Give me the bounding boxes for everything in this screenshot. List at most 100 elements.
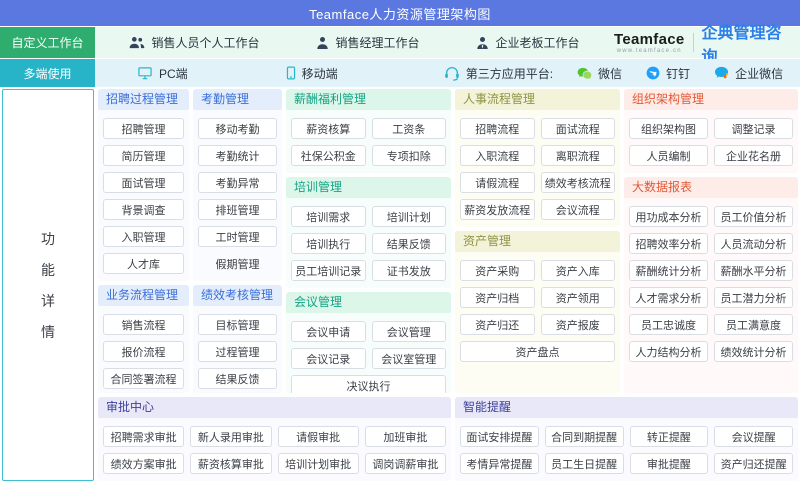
feature-button[interactable]: 入职流程 xyxy=(460,145,535,166)
feature-button[interactable]: 专项扣除 xyxy=(372,145,447,166)
feature-button[interactable]: 调岗调薪审批 xyxy=(365,453,446,474)
feature-button[interactable]: 面试安排提醒 xyxy=(460,426,539,447)
feature-button[interactable]: 假期管理 xyxy=(198,253,277,274)
feature-button[interactable]: 考勤异常 xyxy=(198,172,277,193)
feature-button[interactable]: 合同签署流程 xyxy=(103,368,184,389)
feature-button[interactable]: 企业花名册 xyxy=(714,145,793,166)
feature-button[interactable]: 过程管理 xyxy=(198,341,277,362)
column-3: 薪酬福利管理 薪资核算工资条社保公积金专项扣除 培训管理 培训需求培训计划培训执… xyxy=(286,89,451,393)
feature-button[interactable]: 人员编制 xyxy=(629,145,708,166)
feature-button[interactable]: 用功成本分析 xyxy=(629,206,708,227)
feature-button[interactable]: 绩效考核流程 xyxy=(541,172,616,193)
feature-button[interactable]: 薪资核算 xyxy=(291,118,366,139)
section-title: 会议管理 xyxy=(286,292,451,313)
feature-button[interactable]: 目标管理 xyxy=(198,314,277,335)
feature-button[interactable]: 员工培训记录 xyxy=(291,260,366,281)
feature-button[interactable]: 移动考勤 xyxy=(198,118,277,139)
feature-button[interactable]: 招聘需求审批 xyxy=(103,426,184,447)
feature-button[interactable]: 人力结构分析 xyxy=(629,341,708,362)
third-party-group: 第三方应用平台: 微信 钉钉 xyxy=(444,65,783,82)
feature-button[interactable]: 社保公积金 xyxy=(291,145,366,166)
feature-button[interactable]: 结果反馈 xyxy=(198,368,277,389)
feature-button[interactable]: 会议提醒 xyxy=(714,426,793,447)
section-items: 用功成本分析员工价值分析招聘效率分析人员流动分析薪酬统计分析薪酬水平分析人才需求… xyxy=(624,198,798,369)
feature-button[interactable]: 考勤统计 xyxy=(198,145,277,166)
feature-button[interactable]: 考情异常提醒 xyxy=(460,453,539,474)
platform-wecom[interactable]: 企业微信 xyxy=(714,65,783,82)
workbench-item-boss[interactable]: 企业老板工作台 xyxy=(476,34,579,51)
feature-button[interactable]: 转正提醒 xyxy=(630,426,709,447)
feature-button[interactable]: 招聘流程 xyxy=(460,118,535,139)
feature-button[interactable]: 培训计划审批 xyxy=(278,453,359,474)
feature-button[interactable]: 员工生日提醒 xyxy=(545,453,624,474)
workbench-item-sales-personal[interactable]: 销售人员个人工作台 xyxy=(129,34,259,51)
feature-button[interactable]: 招聘管理 xyxy=(103,118,184,139)
feature-button[interactable]: 新人录用审批 xyxy=(190,426,271,447)
feature-button[interactable]: 资产归还 xyxy=(460,314,535,335)
feature-button[interactable]: 绩效统计分析 xyxy=(714,341,793,362)
sidebar-label-char: 情 xyxy=(41,322,55,342)
feature-button[interactable]: 培训需求 xyxy=(291,206,366,227)
boss-icon xyxy=(476,36,489,50)
logo-brand: Teamface xyxy=(614,32,685,47)
feature-button[interactable]: 资产采购 xyxy=(460,260,535,281)
feature-button[interactable]: 简历管理 xyxy=(103,145,184,166)
feature-button[interactable]: 招聘效率分析 xyxy=(629,233,708,254)
feature-button[interactable]: 合同到期提醒 xyxy=(545,426,624,447)
feature-button[interactable]: 加班审批 xyxy=(365,426,446,447)
feature-button[interactable]: 组织架构图 xyxy=(629,118,708,139)
feature-button[interactable]: 排班管理 xyxy=(198,199,277,220)
platform-mobile[interactable]: 移动端 xyxy=(286,65,338,82)
feature-button[interactable]: 请假审批 xyxy=(278,426,359,447)
platform-wechat[interactable]: 微信 xyxy=(577,65,622,82)
feature-button[interactable]: 资产归档 xyxy=(460,287,535,308)
platform-pc[interactable]: PC端 xyxy=(137,65,188,82)
feature-button[interactable]: 人才库 xyxy=(103,253,184,274)
feature-button[interactable]: 决议执行 xyxy=(291,375,446,393)
feature-button[interactable]: 资产领用 xyxy=(541,287,616,308)
feature-button[interactable]: 人员流动分析 xyxy=(714,233,793,254)
feature-button[interactable]: 资产盘点 xyxy=(460,341,615,362)
feature-button[interactable]: 绩效方案审批 xyxy=(103,453,184,474)
feature-button[interactable]: 请假流程 xyxy=(460,172,535,193)
feature-button[interactable]: 资产入库 xyxy=(541,260,616,281)
feature-button[interactable]: 会议记录 xyxy=(291,348,366,369)
feature-button[interactable]: 工时管理 xyxy=(198,226,277,247)
feature-button[interactable]: 员工满意度 xyxy=(714,314,793,335)
feature-button[interactable]: 员工忠诚度 xyxy=(629,314,708,335)
feature-button[interactable]: 薪酬水平分析 xyxy=(714,260,793,281)
feature-button[interactable]: 员工潜力分析 xyxy=(714,287,793,308)
sidebar-label-char: 功 xyxy=(41,229,55,249)
platform-wecom-label: 企业微信 xyxy=(735,65,783,82)
feature-button[interactable]: 调整记录 xyxy=(714,118,793,139)
feature-button[interactable]: 结果反馈 xyxy=(372,233,447,254)
feature-button[interactable]: 培训计划 xyxy=(372,206,447,227)
feature-button[interactable]: 薪资发放流程 xyxy=(460,199,535,220)
page-title: Teamface人力资源管理架构图 xyxy=(309,4,491,23)
feature-button[interactable]: 离职流程 xyxy=(541,145,616,166)
feature-button[interactable]: 销售流程 xyxy=(103,314,184,335)
feature-button[interactable]: 面试流程 xyxy=(541,118,616,139)
feature-button[interactable]: 会议流程 xyxy=(541,199,616,220)
feature-button[interactable]: 会议申请 xyxy=(291,321,366,342)
feature-button[interactable]: 报价流程 xyxy=(103,341,184,362)
feature-button[interactable]: 审批提醒 xyxy=(630,453,709,474)
feature-button[interactable]: 资产报废 xyxy=(541,314,616,335)
feature-button[interactable]: 会议室管理 xyxy=(372,348,447,369)
platform-dingtalk[interactable]: 钉钉 xyxy=(646,65,690,82)
section-title: 审批中心 xyxy=(98,397,451,418)
feature-button[interactable]: 背景调查 xyxy=(103,199,184,220)
section-recruit-process: 招聘过程管理 招聘管理简历管理面试管理背景调查入职管理人才库 xyxy=(98,89,189,281)
feature-button[interactable]: 面试管理 xyxy=(103,172,184,193)
feature-button[interactable]: 培训执行 xyxy=(291,233,366,254)
feature-button[interactable]: 资产归还提醒 xyxy=(714,453,793,474)
feature-button[interactable]: 会议管理 xyxy=(372,321,447,342)
feature-button[interactable]: 入职管理 xyxy=(103,226,184,247)
feature-button[interactable]: 证书发放 xyxy=(372,260,447,281)
feature-button[interactable]: 员工价值分析 xyxy=(714,206,793,227)
feature-button[interactable]: 工资条 xyxy=(372,118,447,139)
feature-button[interactable]: 薪资核算审批 xyxy=(190,453,271,474)
feature-button[interactable]: 薪酬统计分析 xyxy=(629,260,708,281)
feature-button[interactable]: 人才需求分析 xyxy=(629,287,708,308)
workbench-item-sales-manager[interactable]: 销售经理工作台 xyxy=(316,34,419,51)
